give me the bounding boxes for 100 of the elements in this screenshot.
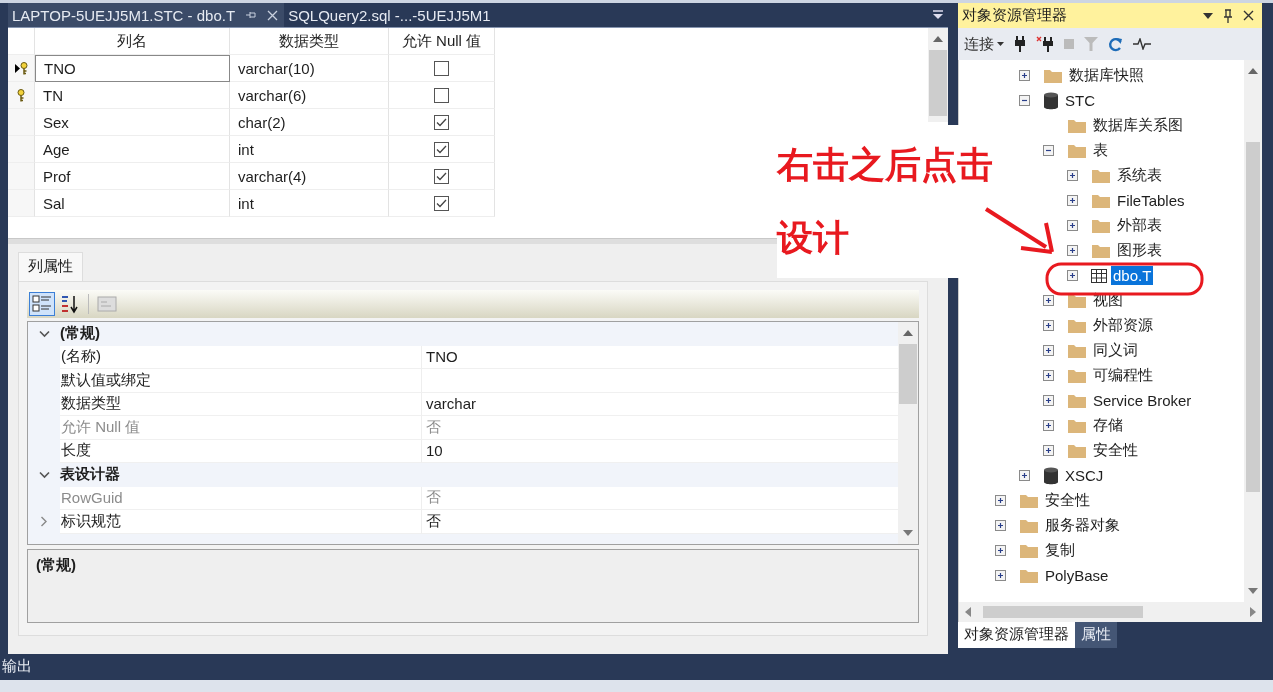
- tree-item[interactable]: 系统表: [1115, 165, 1164, 186]
- checkbox[interactable]: [434, 114, 449, 130]
- tree-item[interactable]: XSCJ: [1063, 466, 1106, 485]
- expander-icon[interactable]: [1067, 220, 1078, 231]
- column-properties-tab[interactable]: 列属性: [18, 252, 83, 281]
- expander-icon[interactable]: [1067, 270, 1078, 281]
- expander-icon[interactable]: [1043, 295, 1054, 306]
- folder-icon: [1067, 342, 1087, 359]
- checkbox[interactable]: [434, 141, 449, 157]
- expander-icon[interactable]: [1067, 245, 1078, 256]
- property-value-cell[interactable]: 否: [422, 510, 898, 534]
- description-title: (常规): [36, 556, 76, 573]
- data-type-cell: char(2): [230, 109, 389, 136]
- tree-item[interactable]: 同义词: [1091, 340, 1140, 361]
- checkbox[interactable]: [434, 87, 449, 103]
- pin-icon[interactable]: [245, 10, 258, 20]
- tree-item[interactable]: 外部表: [1115, 215, 1164, 236]
- plug-icon[interactable]: [1014, 36, 1026, 52]
- folder-icon: [1067, 117, 1087, 134]
- vertical-scrollbar[interactable]: [1244, 60, 1262, 602]
- expander-icon[interactable]: [1043, 395, 1054, 406]
- property-name-cell: 数据类型: [60, 392, 422, 416]
- annotation-arrow: [984, 207, 1054, 254]
- dropdown-icon[interactable]: [932, 10, 944, 20]
- expander-icon[interactable]: [1067, 195, 1078, 206]
- document-tab[interactable]: LAPTOP-5UEJJ5M1.STC - dbo.T: [8, 3, 285, 27]
- close-icon[interactable]: [1243, 10, 1254, 21]
- activity-monitor-icon[interactable]: [1133, 38, 1151, 50]
- tree-item[interactable]: 表: [1091, 140, 1110, 161]
- expander-icon[interactable]: [1043, 145, 1054, 156]
- tree-item[interactable]: 数据库快照: [1067, 65, 1146, 86]
- expander-icon[interactable]: [1043, 445, 1054, 456]
- expander-icon[interactable]: [995, 495, 1006, 506]
- disconnect-icon[interactable]: [1036, 36, 1054, 52]
- tree-item[interactable]: 可编程性: [1091, 365, 1155, 386]
- vertical-scrollbar[interactable]: [898, 322, 918, 544]
- checkbox[interactable]: [434, 60, 449, 76]
- property-name-cell: 默认值或绑定: [60, 369, 422, 393]
- expander-icon[interactable]: [1043, 370, 1054, 381]
- collapse-chevron-icon[interactable]: [38, 329, 50, 338]
- tree-item[interactable]: Service Broker: [1091, 391, 1194, 410]
- tree-item[interactable]: 数据库关系图: [1091, 115, 1185, 136]
- expander-icon[interactable]: [1019, 470, 1030, 481]
- database-icon: [1043, 466, 1059, 485]
- expander-icon[interactable]: [1043, 420, 1054, 431]
- expander-icon[interactable]: [995, 520, 1006, 531]
- data-type-cell: varchar(6): [230, 82, 389, 109]
- tree-item[interactable]: FileTables: [1115, 191, 1187, 210]
- folder-icon: [1091, 167, 1111, 184]
- expand-chevron-icon[interactable]: [40, 516, 48, 528]
- category-label: (常规): [60, 324, 100, 344]
- checkbox[interactable]: [434, 168, 449, 184]
- pin-icon[interactable]: [1223, 8, 1233, 23]
- vertical-scrollbar[interactable]: [928, 28, 948, 122]
- column-name-cell[interactable]: TNO: [35, 55, 230, 82]
- panel-tab[interactable]: 属性: [1075, 622, 1117, 648]
- folder-icon: [1067, 142, 1087, 159]
- tree-item[interactable]: STC: [1063, 91, 1097, 110]
- row-header[interactable]: [8, 55, 35, 82]
- tree-item[interactable]: 服务器对象: [1043, 515, 1122, 536]
- property-value-cell[interactable]: 10: [422, 439, 898, 463]
- expander-icon[interactable]: [995, 545, 1006, 556]
- property-value-cell[interactable]: TNO: [422, 345, 898, 369]
- checkbox[interactable]: [434, 195, 449, 211]
- property-name-cell: (名称): [60, 345, 422, 369]
- column-header: 允许 Null 值: [389, 28, 495, 55]
- sort-icon[interactable]: [59, 293, 81, 315]
- expander-icon[interactable]: [995, 570, 1006, 581]
- connect-button[interactable]: 连接: [964, 34, 1004, 54]
- property-value-cell[interactable]: varchar: [422, 392, 898, 416]
- category-label: 表设计器: [60, 465, 120, 485]
- refresh-icon[interactable]: [1108, 36, 1123, 52]
- property-value-cell[interactable]: [422, 369, 898, 393]
- dropdown-icon[interactable]: [1203, 12, 1213, 19]
- tree-item[interactable]: 外部资源: [1091, 315, 1155, 336]
- expander-icon[interactable]: [1043, 345, 1054, 356]
- tree-item[interactable]: 存储: [1091, 415, 1125, 436]
- property-name-cell: 允许 Null 值: [60, 416, 422, 440]
- folder-icon: [1019, 517, 1039, 534]
- panel-tab[interactable]: 对象资源管理器: [958, 622, 1075, 648]
- tree-item[interactable]: dbo.T: [1111, 266, 1154, 285]
- folder-icon: [1091, 242, 1111, 259]
- table-icon: [1091, 268, 1107, 283]
- property-name-cell: 标识规范: [60, 510, 422, 534]
- horizontal-scrollbar[interactable]: [959, 602, 1262, 622]
- categorized-icon[interactable]: [29, 292, 55, 316]
- document-tab[interactable]: SQLQuery2.sql -...-5UEJJ5M1: [284, 3, 497, 27]
- expander-icon[interactable]: [1019, 70, 1030, 81]
- tree-item[interactable]: 安全性: [1091, 440, 1140, 461]
- expander-icon[interactable]: [1067, 170, 1078, 181]
- tree-item[interactable]: PolyBase: [1043, 566, 1111, 585]
- expander-icon[interactable]: [1043, 320, 1054, 331]
- data-type-cell: varchar(4): [230, 163, 389, 190]
- output-tab[interactable]: 输出: [2, 656, 32, 676]
- tree-item[interactable]: 安全性: [1043, 490, 1092, 511]
- expander-icon[interactable]: [1019, 95, 1030, 106]
- collapse-chevron-icon[interactable]: [38, 470, 50, 479]
- tree-item[interactable]: 复制: [1043, 540, 1077, 561]
- property-name-cell: RowGuid: [60, 486, 422, 510]
- tree-item[interactable]: 图形表: [1115, 240, 1164, 261]
